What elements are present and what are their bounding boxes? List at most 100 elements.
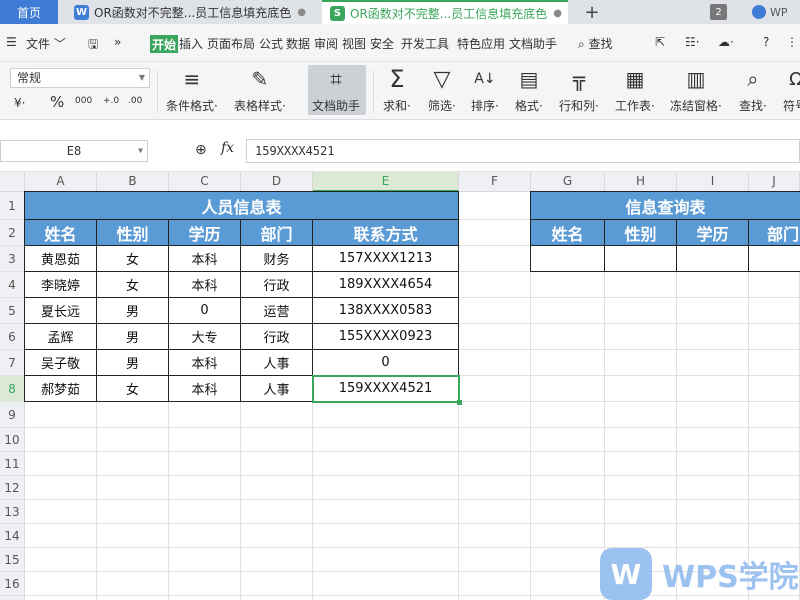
table-cell[interactable]: 本科 xyxy=(169,246,241,272)
lookup-table-title[interactable]: 信息查询表 xyxy=(530,191,800,220)
row-header-11[interactable]: 11 xyxy=(0,452,25,476)
table-cell[interactable]: 138XXXX0583 xyxy=(313,298,459,324)
table-cell[interactable]: 0 xyxy=(313,350,459,376)
table-cell[interactable]: 女 xyxy=(97,376,169,402)
number-format-select[interactable]: 常规 ▼ xyxy=(10,68,150,88)
table-cell[interactable]: 李晓婷 xyxy=(24,272,97,298)
table-cell[interactable]: 本科 xyxy=(169,376,241,402)
table-header-cell[interactable]: 联系方式 xyxy=(313,220,459,246)
column-header-D[interactable]: D xyxy=(241,172,313,192)
hamburger-icon[interactable]: ☰ xyxy=(6,35,17,49)
increase-decimal-icon[interactable]: +.0 xyxy=(103,96,119,106)
menu-start[interactable]: 开始 xyxy=(150,35,178,53)
percent-icon[interactable]: % xyxy=(50,93,64,111)
thousands-separator-icon[interactable]: 000 xyxy=(75,96,92,106)
table-cell[interactable]: 男 xyxy=(97,350,169,376)
window-count-badge[interactable]: 2 xyxy=(710,4,727,20)
menu-view[interactable]: 视图 xyxy=(342,35,366,52)
more-options-icon[interactable]: ⋮ xyxy=(786,35,798,49)
wps-account-button[interactable]: WP xyxy=(752,0,788,24)
table-cell[interactable]: 财务 xyxy=(241,246,313,272)
menu-insert[interactable]: 插入 xyxy=(179,35,203,52)
menu-doc-assistant[interactable]: 文档助手 xyxy=(509,35,557,52)
column-header-H[interactable]: H xyxy=(605,172,677,192)
formula-input[interactable]: 159XXXX4521 xyxy=(246,139,800,163)
lookup-empty-cell[interactable] xyxy=(677,246,749,272)
row-header-6[interactable]: 6 xyxy=(0,324,25,350)
table-cell[interactable]: 郝梦茹 xyxy=(24,376,97,402)
doc-assistant-button[interactable]: ⌗ 文档助手 xyxy=(312,66,360,114)
row-header-13[interactable]: 13 xyxy=(0,500,25,524)
table-cell[interactable]: 吴子敬 xyxy=(24,350,97,376)
row-header-1[interactable]: 1 xyxy=(0,192,25,220)
worksheet-button[interactable]: ▦ 工作表· xyxy=(615,66,655,114)
row-header-3[interactable]: 3 xyxy=(0,246,25,272)
lookup-empty-cell[interactable] xyxy=(530,246,605,272)
menu-data[interactable]: 数据 xyxy=(286,35,310,52)
table-cell[interactable]: 本科 xyxy=(169,350,241,376)
menu-search[interactable]: ⌕ 查找 xyxy=(578,35,613,52)
column-header-B[interactable]: B xyxy=(97,172,169,192)
help-icon[interactable]: ? xyxy=(763,35,769,49)
tab-document-2[interactable]: S OR函数对不完整...员工信息填充底色 ● xyxy=(322,0,568,24)
filter-button[interactable]: ▽ 筛选· xyxy=(428,66,456,114)
lookup-header-cell[interactable]: 姓名 xyxy=(530,220,605,246)
table-cell[interactable]: 孟辉 xyxy=(24,324,97,350)
conditional-format-button[interactable]: ≡ 条件格式· xyxy=(166,66,218,114)
format-button[interactable]: ▤ 格式· xyxy=(515,66,543,114)
row-header-10[interactable]: 10 xyxy=(0,428,25,452)
menu-page-layout[interactable]: 页面布局 xyxy=(207,35,255,52)
table-header-cell[interactable]: 部门 xyxy=(241,220,313,246)
decrease-decimal-icon[interactable]: .00 xyxy=(128,96,142,106)
table-cell[interactable]: 人事 xyxy=(241,350,313,376)
column-header-J[interactable]: J xyxy=(749,172,800,192)
spreadsheet-grid[interactable]: ABCDEFGHIJ 1234567891011121314151617 人员信… xyxy=(0,172,800,600)
table-cell[interactable]: 行政 xyxy=(241,272,313,298)
menu-file[interactable]: 文件 ﹀ xyxy=(26,35,66,52)
table-header-cell[interactable]: 性别 xyxy=(97,220,169,246)
sum-button[interactable]: Σ 求和· xyxy=(383,65,411,114)
symbol-button[interactable]: Ω 符号 xyxy=(783,66,800,114)
menu-special-apps[interactable]: 特色应用 xyxy=(457,35,505,52)
tab-document-1[interactable]: W OR函数对不完整...员工信息填充底色 ● xyxy=(66,0,318,24)
column-header-C[interactable]: C xyxy=(169,172,241,192)
row-header-12[interactable]: 12 xyxy=(0,476,25,500)
row-header-4[interactable]: 4 xyxy=(0,272,25,298)
table-style-button[interactable]: ✎ 表格样式· xyxy=(234,66,286,114)
menu-developer[interactable]: 开发工具 xyxy=(401,35,449,52)
table-header-cell[interactable]: 学历 xyxy=(169,220,241,246)
table-header-cell[interactable]: 姓名 xyxy=(24,220,97,246)
column-header-G[interactable]: G xyxy=(531,172,605,192)
table-cell[interactable]: 189XXXX4654 xyxy=(313,272,459,298)
table-cell[interactable]: 黄恩茹 xyxy=(24,246,97,272)
freeze-pane-button[interactable]: ▥ 冻结窗格· xyxy=(670,66,722,114)
share-icon[interactable]: ⇱ xyxy=(655,35,665,49)
column-header-F[interactable]: F xyxy=(459,172,531,192)
table-cell[interactable]: 0 xyxy=(169,298,241,324)
table-cell[interactable]: 本科 xyxy=(169,272,241,298)
calendar-icon[interactable]: ☷· xyxy=(685,35,700,49)
name-box[interactable]: E8 ▼ xyxy=(0,140,148,162)
menu-formulas[interactable]: 公式 xyxy=(259,35,283,52)
tab-home[interactable]: 首页 xyxy=(0,0,58,24)
find-button[interactable]: ⌕ 查找· xyxy=(739,66,767,114)
sort-button[interactable]: A↓ 排序· xyxy=(471,66,499,114)
lookup-header-cell[interactable]: 部门 xyxy=(749,220,800,246)
column-header-I[interactable]: I xyxy=(677,172,749,192)
row-col-button[interactable]: ╦ 行和列· xyxy=(559,66,599,114)
table-cell[interactable]: 人事 xyxy=(241,376,313,402)
table-cell[interactable]: 行政 xyxy=(241,324,313,350)
table-cell[interactable]: 运营 xyxy=(241,298,313,324)
table-title[interactable]: 人员信息表 xyxy=(24,191,459,220)
currency-icon[interactable]: ¥· xyxy=(14,96,25,110)
table-cell[interactable]: 大专 xyxy=(169,324,241,350)
table-cell[interactable]: 男 xyxy=(97,298,169,324)
table-cell[interactable]: 157XXXX1213 xyxy=(313,246,459,272)
cloud-sync-icon[interactable]: ☁· xyxy=(718,35,734,49)
select-all-corner[interactable] xyxy=(0,172,25,192)
fill-handle[interactable] xyxy=(457,400,462,405)
lookup-empty-cell[interactable] xyxy=(749,246,800,272)
row-header-7[interactable]: 7 xyxy=(0,350,25,376)
column-header-E[interactable]: E xyxy=(313,172,459,192)
table-cell[interactable]: 夏长远 xyxy=(24,298,97,324)
